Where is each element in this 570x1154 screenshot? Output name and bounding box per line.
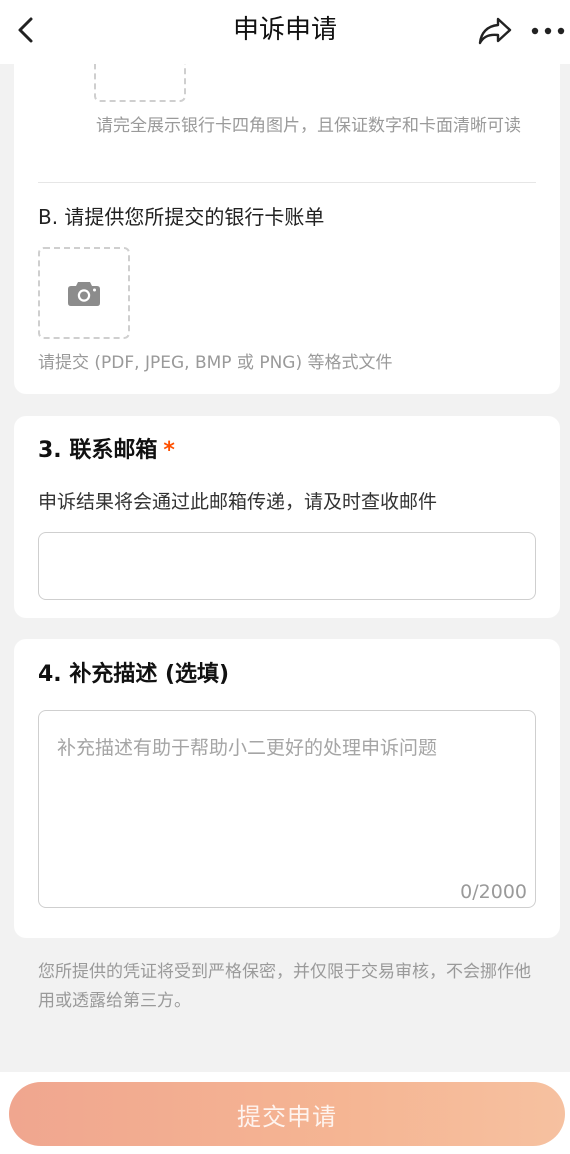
upload-card: 请完全展示银行卡四角图片，且保证数字和卡面清晰可读 B. 请提供您所提交的银行卡…	[14, 10, 560, 394]
required-mark: *	[163, 438, 175, 463]
more-dots-icon	[531, 27, 565, 35]
email-input[interactable]	[38, 532, 536, 600]
email-section-title: 3. 联系邮箱 *	[38, 436, 175, 466]
email-card: 3. 联系邮箱 * 申诉结果将会通过此邮箱传递，请及时查收邮件	[14, 416, 560, 618]
nav-bar: 申诉申请	[0, 0, 570, 64]
bottom-bar: 提交申请	[0, 1072, 570, 1154]
camera-icon	[68, 282, 100, 306]
description-textarea[interactable]	[39, 711, 535, 907]
divider	[38, 182, 536, 183]
description-section-title: 4. 补充描述 (选填)	[38, 662, 230, 687]
submit-button[interactable]: 提交申请	[9, 1082, 565, 1146]
bank-statement-upload[interactable]	[38, 247, 130, 339]
more-button[interactable]	[528, 16, 568, 46]
email-section-description: 申诉结果将会通过此邮箱传递，请及时查收邮件	[38, 491, 438, 513]
share-icon	[478, 17, 512, 45]
bank-card-photo-hint: 请完全展示银行卡四角图片，且保证数字和卡面清晰可读	[96, 116, 521, 136]
char-counter: 0/2000	[460, 881, 527, 903]
email-section-title-text: 3. 联系邮箱	[38, 438, 158, 463]
privacy-note: 您所提供的凭证将受到严格保密，并仅限于交易审核，不会挪作他用或透露给第三方。	[38, 962, 531, 1011]
bank-statement-hint: 请提交 (PDF, JPEG, BMP 或 PNG) 等格式文件	[38, 353, 393, 373]
share-button[interactable]	[474, 12, 516, 50]
description-box: 0/2000	[38, 710, 536, 908]
description-card: 4. 补充描述 (选填) 0/2000	[14, 639, 560, 938]
bank-statement-label: B. 请提供您所提交的银行卡账单	[38, 205, 325, 229]
